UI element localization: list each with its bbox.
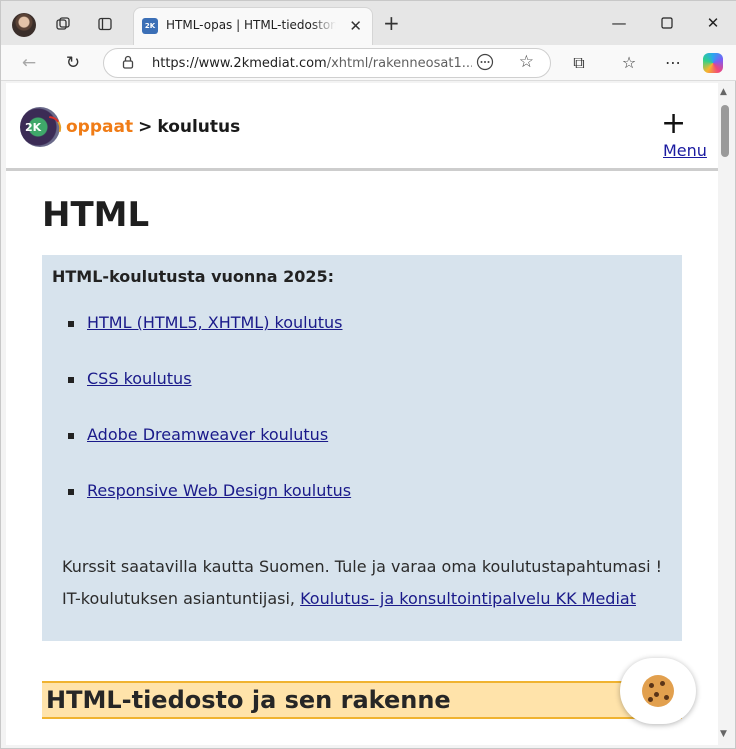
scrollbar[interactable]: ▲ ▼ <box>718 83 732 745</box>
menu-icon[interactable]: ⋯ <box>661 51 685 75</box>
favicon-icon: 2K <box>142 18 158 34</box>
url-text: https://www.2kmediat.com/xhtml/rakenneos… <box>152 56 472 71</box>
extensions-icon[interactable]: ⧉ <box>567 51 591 75</box>
star-icon[interactable]: ☆ <box>519 52 534 72</box>
lock-icon[interactable] <box>122 55 134 73</box>
tab-actions-icon[interactable] <box>93 12 117 36</box>
promo-heading: HTML-koulutusta vuonna 2025: <box>52 267 334 286</box>
course-link-responsive[interactable]: Responsive Web Design koulutus <box>87 481 351 500</box>
course-link-html[interactable]: HTML (HTML5, XHTML) koulutus <box>87 313 343 332</box>
breadcrumb: oppaat > koulutus <box>66 117 240 137</box>
tab-bar: 2K HTML-opas | HTML-tiedoston rakenne ✕ … <box>1 1 736 45</box>
section-heading: HTML-tiedosto ja sen rakenne <box>42 681 682 719</box>
course-link-dreamweaver[interactable]: Adobe Dreamweaver koulutus <box>87 425 328 444</box>
menu-plus-icon[interactable]: + <box>661 109 686 139</box>
page-title: HTML <box>42 195 150 235</box>
bullet-icon <box>68 321 74 327</box>
bullet-icon <box>68 433 74 439</box>
bullet-icon <box>68 377 74 383</box>
address-bar-row: ← ↻ https://www.2kmediat.com/xhtml/raken… <box>1 45 736 81</box>
browser-window: 2K HTML-opas | HTML-tiedoston rakenne ✕ … <box>0 0 736 749</box>
page-viewport: 2K oppaat > koulutus + Menu HTML HTML-koul… <box>6 83 718 745</box>
copilot-icon[interactable] <box>703 53 723 73</box>
favorites-icon[interactable]: ☆ <box>617 51 641 75</box>
cookie-icon <box>642 675 674 707</box>
promo-box: HTML-koulutusta vuonna 2025: HTML (HTML5… <box>42 255 682 641</box>
window-close-icon[interactable]: ✕ <box>701 11 725 35</box>
address-bar[interactable]: https://www.2kmediat.com/xhtml/rakenneos… <box>103 48 551 78</box>
site-logo[interactable]: 2K <box>20 107 64 147</box>
tab-title: HTML-opas | HTML-tiedoston rakenne <box>166 18 336 32</box>
breadcrumb-current: koulutus <box>157 117 241 137</box>
bullet-icon <box>68 489 74 495</box>
back-icon[interactable]: ← <box>17 51 41 75</box>
profile-avatar[interactable] <box>12 13 36 37</box>
kk-mediat-link[interactable]: Koulutus- ja konsultointipalvelu KK Medi… <box>300 589 636 608</box>
logo-spark <box>46 115 64 133</box>
scroll-down-icon[interactable]: ▼ <box>720 729 727 739</box>
scroll-up-icon[interactable]: ▲ <box>720 87 727 97</box>
scrollbar-thumb[interactable] <box>721 105 729 157</box>
close-icon[interactable]: ✕ <box>349 17 362 35</box>
breadcrumb-root-link[interactable]: oppaat <box>66 117 133 137</box>
plus-icon[interactable]: + <box>383 11 400 35</box>
promo-text: Kurssit saatavilla kautta Suomen. Tule j… <box>62 557 663 608</box>
breadcrumb-separator: > <box>138 117 153 137</box>
minimize-icon[interactable]: — <box>607 11 631 35</box>
course-link-css[interactable]: CSS koulutus <box>87 369 192 388</box>
workspaces-icon[interactable] <box>51 12 75 36</box>
menu-link[interactable]: Menu <box>663 141 707 160</box>
cookie-settings-button[interactable] <box>620 658 696 724</box>
active-tab[interactable]: 2K HTML-opas | HTML-tiedoston rakenne ✕ <box>133 7 373 45</box>
site-header: 2K oppaat > koulutus + Menu <box>6 83 718 171</box>
more-icon[interactable] <box>476 53 494 75</box>
refresh-icon[interactable]: ↻ <box>61 51 85 75</box>
maximize-icon[interactable] <box>655 11 679 35</box>
